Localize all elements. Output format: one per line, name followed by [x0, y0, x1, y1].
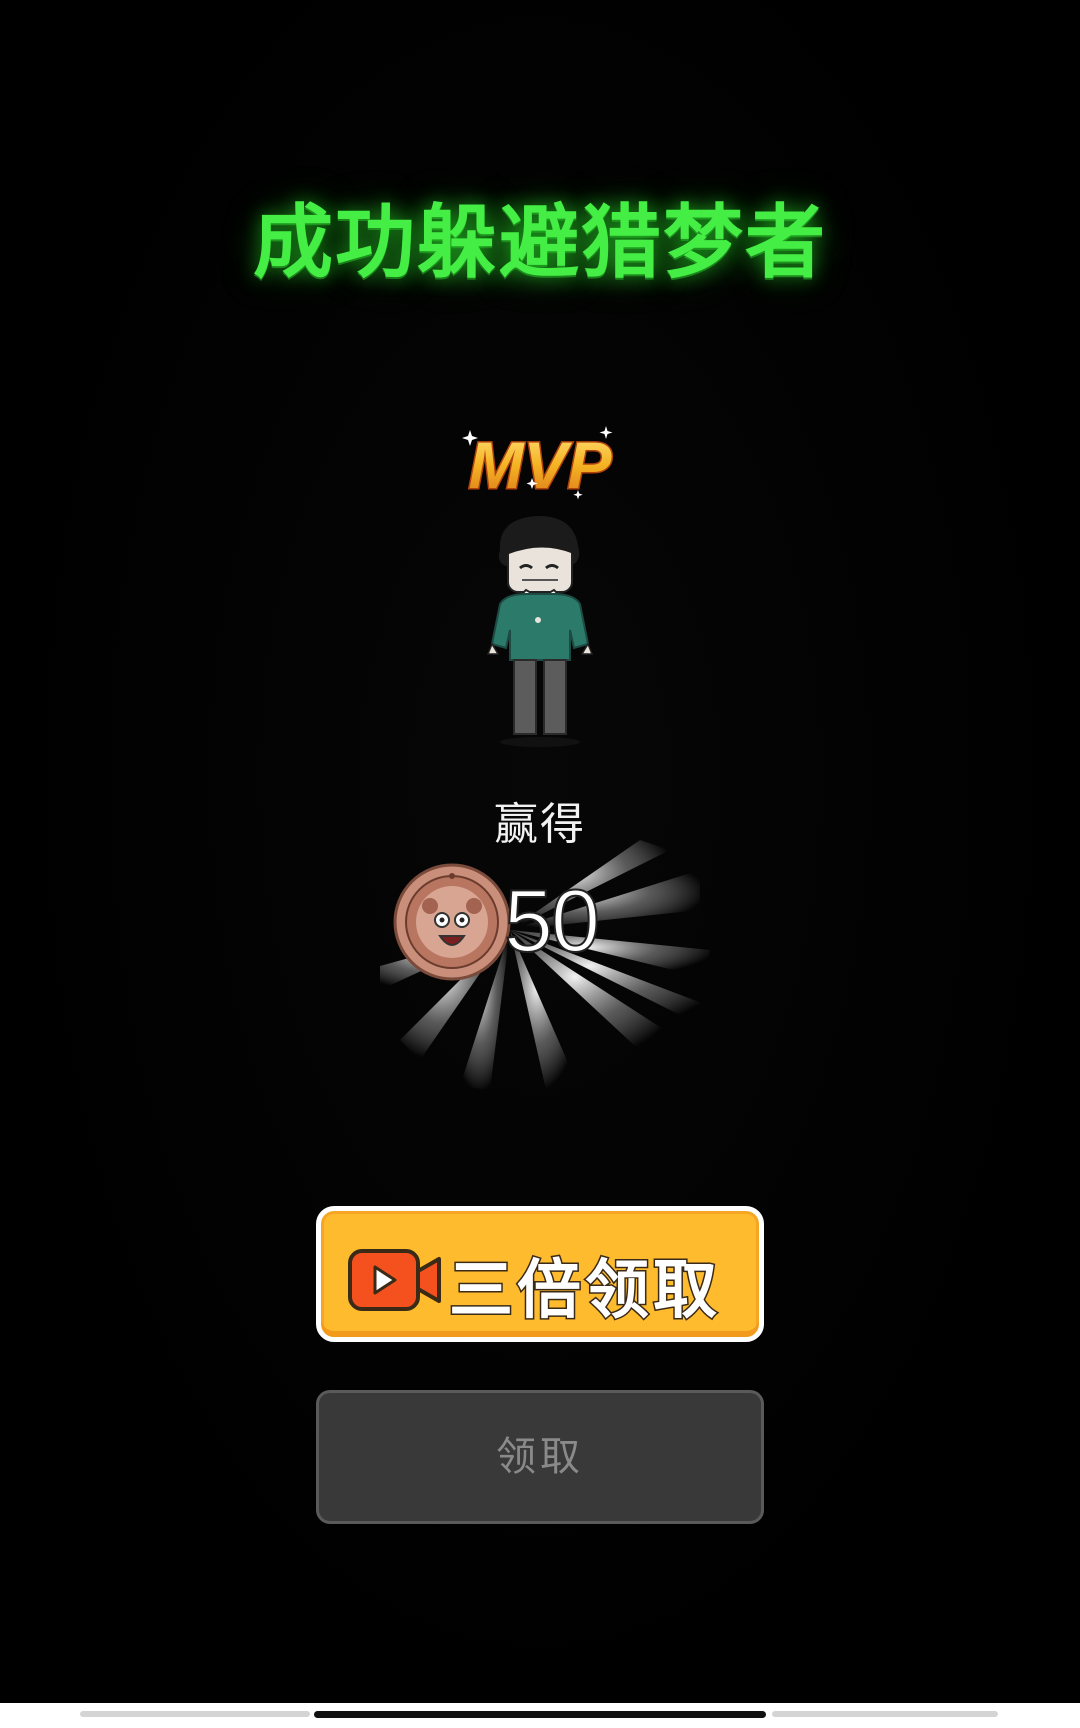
triple-claim-label: 三倍领取 [448, 1253, 721, 1330]
mvp-badge: MVP [462, 426, 614, 504]
bear-coin-icon [393, 863, 511, 981]
strip-segment-right [772, 1711, 998, 1717]
triple-claim-button[interactable]: 三倍领取 [316, 1206, 764, 1342]
game-result-screen: 成功躲避猎梦者 MVP 赢得 50 三倍领取 领取 [0, 0, 1080, 1728]
strip-segment-left [80, 1711, 310, 1717]
player-character [486, 516, 594, 747]
reward-amount: 50 [503, 870, 601, 971]
result-title: 成功躲避猎梦者 [253, 196, 827, 289]
video-play-icon [348, 1249, 441, 1311]
claim-button[interactable]: 领取 [316, 1390, 764, 1524]
home-indicator[interactable] [314, 1711, 766, 1718]
svg-text:MVP: MVP [468, 428, 612, 502]
